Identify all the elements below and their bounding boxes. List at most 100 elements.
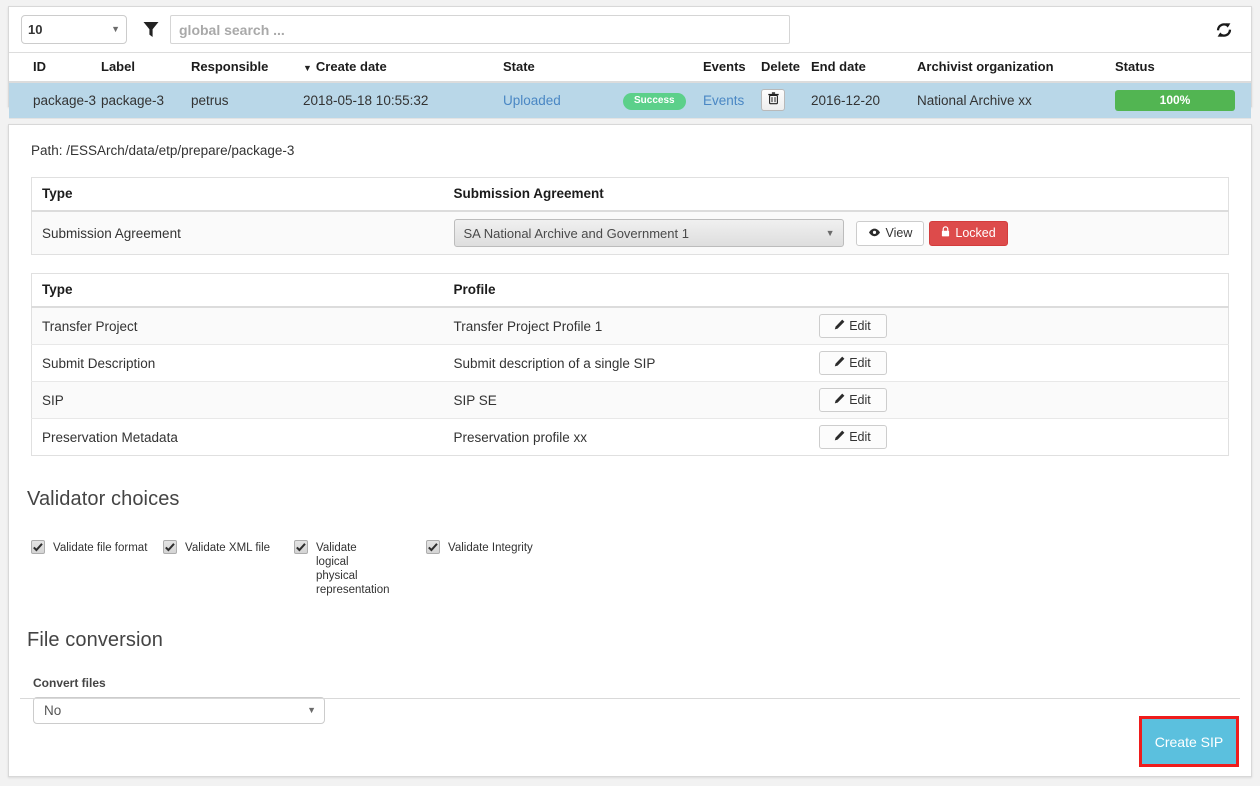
table-row: SIP SIP SE Edit	[31, 381, 1229, 419]
chevron-down-icon: ▼	[307, 705, 316, 715]
table-row: Preservation Metadata Preservation profi…	[31, 418, 1229, 456]
validator-option-label: Validate Integrity	[448, 542, 533, 554]
column-header-end-date[interactable]: End date	[811, 52, 917, 83]
profile-cell-profile: SIP SE	[443, 381, 809, 419]
chevron-down-icon: ▼	[111, 24, 120, 34]
locked-button-label: Locked	[955, 226, 996, 240]
column-header-delete[interactable]: Delete	[761, 52, 811, 83]
convert-files-select[interactable]: No ▼	[33, 697, 325, 724]
profile-cell-type: Preservation Metadata	[31, 418, 444, 456]
pencil-icon	[834, 319, 845, 333]
list-toolbar: 10 ▼	[9, 7, 1251, 52]
page-size-value: 10	[28, 22, 43, 37]
submission-agreement-select[interactable]: SA National Archive and Government 1 ▼	[453, 219, 844, 247]
cell-label: package-3	[101, 82, 191, 119]
checkbox-checked-icon[interactable]	[426, 540, 440, 554]
profile-column-header-type: Type	[31, 273, 444, 308]
ip-table: ID Label Responsible ▼ Create date State …	[9, 52, 1251, 119]
table-row: Submit Description Submit description of…	[31, 344, 1229, 382]
chevron-down-icon: ▼	[825, 227, 835, 238]
pencil-icon	[834, 356, 845, 370]
column-header-status[interactable]: Status	[1115, 52, 1251, 83]
validator-choices-title: Validator choices	[27, 488, 180, 510]
cell-id: package-3	[9, 82, 101, 119]
create-sip-button[interactable]: Create SIP	[1142, 719, 1236, 764]
filter-icon[interactable]	[143, 21, 159, 38]
edit-profile-button-label: Edit	[849, 393, 871, 407]
checkbox-checked-icon[interactable]	[163, 540, 177, 554]
profile-cell-profile: Preservation profile xx	[443, 418, 809, 456]
view-button[interactable]: View	[855, 220, 925, 246]
validator-option-label: Validate file format	[53, 542, 148, 554]
column-header-events[interactable]: Events	[703, 52, 761, 83]
edit-profile-button-label: Edit	[849, 319, 871, 333]
table-row: Submission Agreement SA National Archive…	[31, 210, 1229, 255]
locked-button[interactable]: Locked	[929, 220, 1008, 246]
profile-cell-type: Transfer Project	[31, 306, 444, 345]
validator-option-xml-file[interactable]: Validate XML file	[163, 539, 294, 597]
pencil-icon	[834, 393, 845, 407]
cell-responsible: petrus	[191, 82, 303, 119]
cell-create-date: 2018-05-18 10:55:32	[303, 82, 503, 119]
create-sip-button-label: Create SIP	[1154, 733, 1224, 750]
edit-profile-button[interactable]: Edit	[818, 388, 887, 412]
column-header-create-date-label: Create date	[315, 59, 387, 74]
status-progress-bar: 100%	[1115, 89, 1235, 111]
submission-agreement-table: Type Submission Agreement Submission Agr…	[31, 177, 1229, 255]
sa-column-header-submission-agreement: Submission Agreement	[443, 177, 1229, 212]
checkbox-checked-icon[interactable]	[294, 540, 308, 554]
validator-option-logical-physical-representation[interactable]: Validate logical physical representation	[294, 539, 426, 597]
pencil-icon	[834, 430, 845, 444]
page-size-select[interactable]: 10 ▼	[21, 15, 127, 44]
submission-agreement-value: SA National Archive and Government 1	[463, 225, 689, 241]
column-header-label[interactable]: Label	[101, 52, 191, 83]
checkbox-checked-icon[interactable]	[31, 540, 45, 554]
sa-cell-type: Submission Agreement	[31, 210, 444, 255]
refresh-icon[interactable]	[1211, 17, 1237, 43]
table-row: Transfer Project Transfer Project Profil…	[31, 306, 1229, 345]
footer-divider	[20, 698, 1240, 699]
sa-action-buttons: View Locked	[855, 220, 1008, 246]
validator-option-integrity[interactable]: Validate Integrity	[426, 539, 586, 597]
edit-profile-button[interactable]: Edit	[818, 314, 887, 338]
validator-option-label: Validate XML file	[185, 542, 271, 554]
profiles-section: Type Profile Transfer Project Transfer P…	[31, 273, 1229, 456]
sa-header-row: Type Submission Agreement	[31, 177, 1229, 212]
cell-archivist-organization: National Archive xx	[917, 82, 1115, 119]
validator-option-label: Validate logical physical representation	[316, 542, 390, 596]
view-button-label: View	[885, 226, 913, 240]
cell-state-link[interactable]: Uploaded	[503, 93, 561, 108]
column-header-state[interactable]: State	[503, 52, 623, 83]
sa-column-header-type: Type	[31, 177, 444, 212]
edit-profile-button-label: Edit	[849, 356, 871, 370]
status-progress-value: 100%	[1159, 93, 1191, 107]
column-header-id[interactable]: ID	[9, 52, 101, 83]
profile-column-header-actions	[808, 273, 1229, 308]
delete-button[interactable]	[761, 89, 785, 111]
column-header-create-date[interactable]: ▼ Create date	[303, 52, 503, 83]
convert-files-value: No	[44, 703, 62, 718]
table-row[interactable]: package-3 package-3 petrus 2018-05-18 10…	[9, 82, 1251, 119]
profile-cell-type: Submit Description	[31, 344, 444, 382]
edit-profile-button[interactable]: Edit	[818, 425, 887, 449]
ip-detail-panel: Path: /ESSArch/data/etp/prepare/package-…	[8, 124, 1252, 777]
trash-icon	[767, 92, 779, 108]
edit-profile-button-label: Edit	[849, 430, 871, 444]
ip-path: Path: /ESSArch/data/etp/prepare/package-…	[31, 143, 295, 158]
column-header-archivist-organization[interactable]: Archivist organization	[917, 52, 1115, 83]
validator-choices-group: Validate file format Validate XML file V…	[31, 539, 1251, 597]
profiles-header-row: Type Profile	[31, 273, 1229, 308]
events-link[interactable]: Events	[703, 93, 744, 108]
lock-icon	[941, 226, 950, 240]
file-conversion-title: File conversion	[27, 629, 164, 651]
sa-cell-controls: SA National Archive and Government 1 ▼ V…	[443, 210, 1229, 255]
column-header-responsible[interactable]: Responsible	[191, 52, 303, 83]
search-input[interactable]	[170, 15, 790, 44]
submission-agreement-section: Type Submission Agreement Submission Agr…	[31, 177, 1229, 255]
cell-end-date: 2016-12-20	[811, 82, 917, 119]
profiles-table: Type Profile Transfer Project Transfer P…	[31, 273, 1229, 456]
column-header-badge	[623, 52, 703, 83]
edit-profile-button[interactable]: Edit	[818, 351, 887, 375]
validator-option-file-format[interactable]: Validate file format	[31, 539, 163, 597]
eye-icon	[868, 226, 881, 240]
